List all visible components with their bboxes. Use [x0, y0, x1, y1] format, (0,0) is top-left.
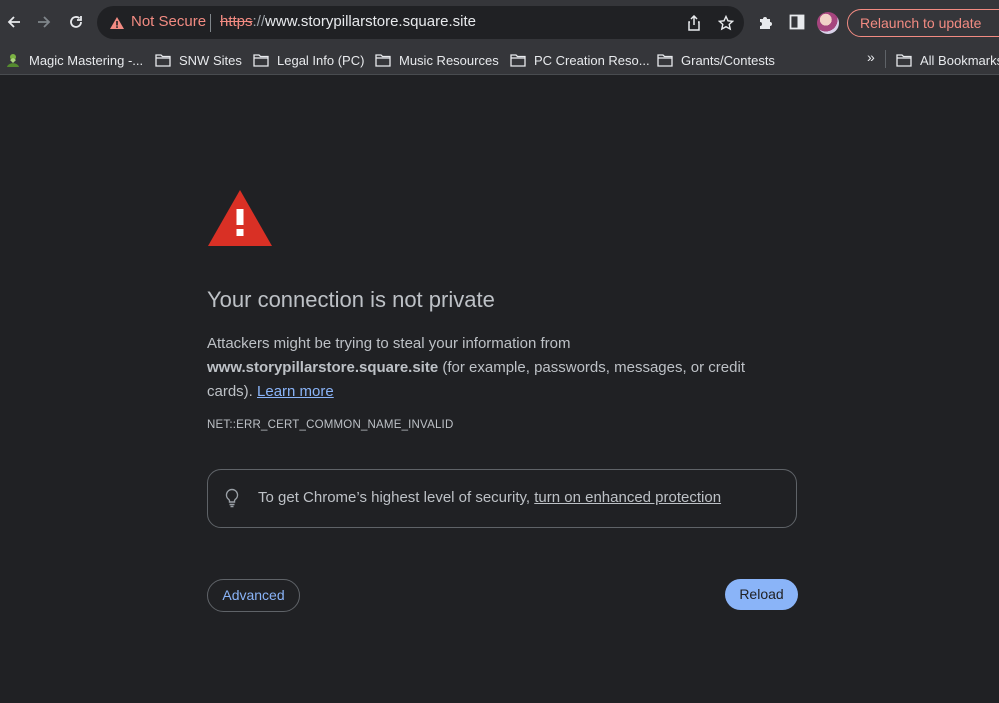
- star-icon: [718, 15, 734, 31]
- bookmark-label: Magic Mastering -...: [29, 52, 144, 68]
- omnibox-divider: [210, 14, 211, 32]
- extensions-button[interactable]: [752, 8, 780, 36]
- side-panel-icon: [789, 14, 805, 30]
- enhanced-protection-prefix: To get Chrome’s highest level of securit…: [258, 489, 535, 506]
- folder-icon: [155, 53, 171, 67]
- folder-icon: [375, 53, 391, 67]
- bookmark-star-button[interactable]: [716, 13, 736, 33]
- forward-button[interactable]: [30, 8, 58, 36]
- error-code: NET::ERR_CERT_COMMON_NAME_INVALID: [207, 419, 454, 431]
- bookmark-snw-sites[interactable]: SNW Sites: [155, 50, 242, 70]
- bookmarks-divider: [885, 50, 886, 68]
- profile-avatar[interactable]: [817, 12, 839, 34]
- warning-triangle-icon: [208, 190, 272, 246]
- description-prefix: Attackers might be trying to steal your …: [207, 335, 571, 352]
- url-text[interactable]: https://www.storypillarstore.square.site: [220, 13, 476, 31]
- lightbulb-icon: [225, 488, 239, 508]
- warning-icon[interactable]: [109, 15, 125, 31]
- app-favicon-icon: [7, 54, 19, 67]
- arrow-left-icon: [7, 16, 20, 28]
- url-separator: ://: [252, 13, 266, 30]
- url-scheme: https: [220, 13, 253, 30]
- back-button[interactable]: [0, 8, 28, 36]
- browser-toolbar: Not Secure https://www.storypillarstore.…: [0, 0, 999, 44]
- folder-icon: [510, 53, 526, 67]
- folder-icon: [253, 53, 269, 67]
- not-secure-label[interactable]: Not Secure: [131, 13, 206, 31]
- bookmark-label: Music Resources: [399, 52, 499, 68]
- share-icon: [688, 15, 700, 31]
- bookmark-label: PC Creation Reso...: [534, 52, 650, 68]
- address-bar[interactable]: Not Secure https://www.storypillarstore.…: [97, 6, 744, 39]
- bookmarks-overflow-button[interactable]: »: [867, 49, 875, 65]
- arrow-right-icon: [38, 16, 51, 28]
- bookmark-magic-mastering[interactable]: Magic Mastering -...: [5, 50, 143, 70]
- advanced-button[interactable]: Advanced: [207, 579, 300, 612]
- bookmark-label: Grants/Contests: [681, 52, 775, 68]
- enhanced-protection-text: To get Chrome’s highest level of securit…: [258, 489, 721, 506]
- error-description: Attackers might be trying to steal your …: [207, 332, 787, 404]
- page-title: Your connection is not private: [207, 287, 495, 312]
- reload-icon: [70, 16, 82, 28]
- bookmark-label: Legal Info (PC): [277, 52, 365, 68]
- bookmark-music-resources[interactable]: Music Resources: [375, 50, 499, 70]
- reload-button[interactable]: [62, 8, 90, 36]
- folder-icon: [896, 53, 912, 67]
- puzzle-icon: [760, 17, 772, 29]
- reload-page-button[interactable]: Reload: [725, 579, 798, 610]
- bookmark-grants-contests[interactable]: Grants/Contests: [657, 50, 775, 70]
- description-host: www.storypillarstore.square.site: [207, 359, 439, 376]
- enhanced-protection-box: To get Chrome’s highest level of securit…: [207, 469, 797, 528]
- relaunch-to-update-button[interactable]: Relaunch to update: [847, 9, 999, 37]
- share-button[interactable]: [684, 13, 704, 33]
- all-bookmarks-button[interactable]: All Bookmarks: [896, 50, 999, 70]
- enhanced-protection-link[interactable]: turn on enhanced protection: [534, 489, 721, 506]
- bookmark-legal-info[interactable]: Legal Info (PC): [253, 50, 364, 70]
- bookmark-label: All Bookmarks: [920, 52, 999, 68]
- bookmark-pc-creation[interactable]: PC Creation Reso...: [510, 50, 650, 70]
- learn-more-link[interactable]: Learn more: [257, 383, 334, 400]
- bookmark-label: SNW Sites: [179, 52, 242, 68]
- url-host: www.storypillarstore.square.site: [265, 13, 476, 30]
- bookmarks-bar: [0, 44, 999, 75]
- side-panel-button[interactable]: [783, 8, 811, 36]
- folder-icon: [657, 53, 673, 67]
